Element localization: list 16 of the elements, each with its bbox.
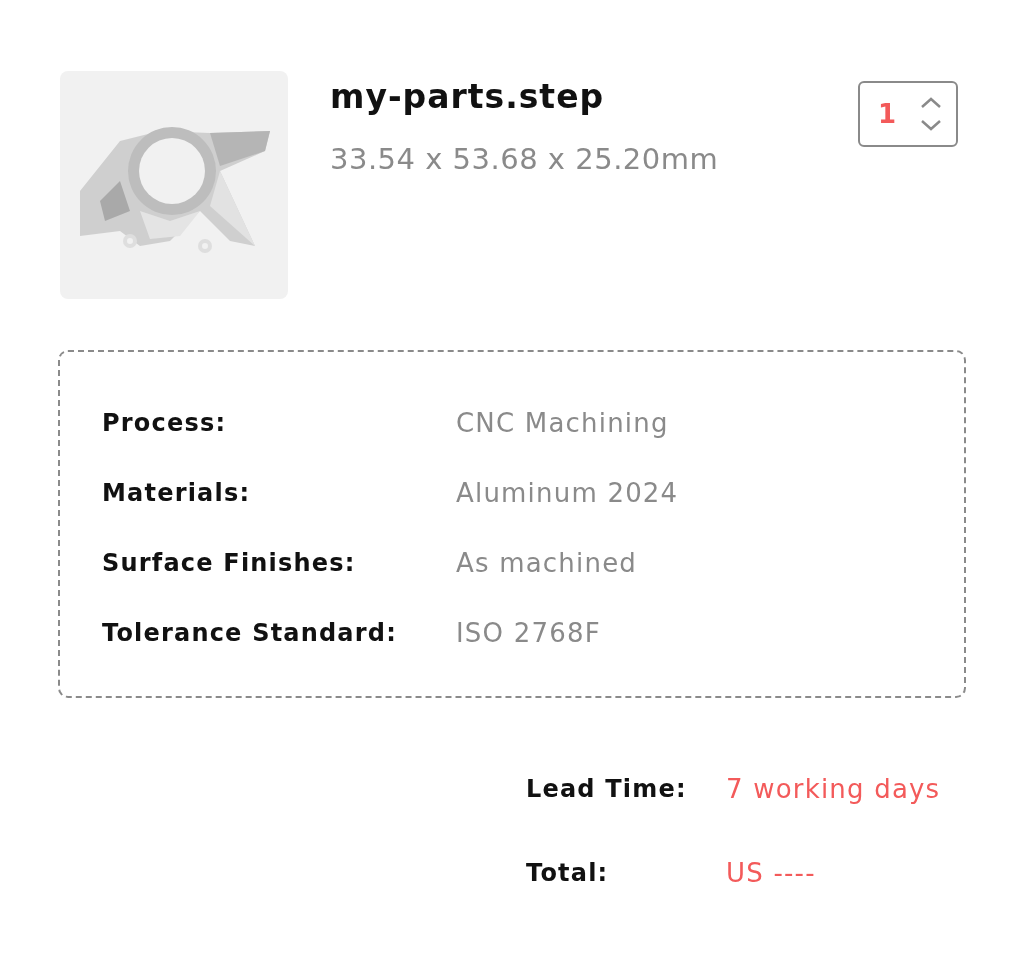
spec-value: Aluminum 2024 (456, 477, 680, 510)
summary-value: 7 working days (726, 773, 942, 806)
summary-value: US ---- (726, 857, 817, 890)
summary-label: Lead Time: (526, 774, 688, 805)
part-dimensions: 33.54 x 53.68 x 25.20mm (330, 142, 720, 176)
spec-label: Tolerance Standard: (102, 618, 398, 649)
spec-value: CNC Machining (456, 407, 670, 440)
spec-label: Materials: (102, 478, 252, 509)
quantity-stepper[interactable]: 1 (858, 81, 958, 147)
file-name: my-parts.step (330, 77, 606, 116)
spec-value: ISO 2768F (456, 617, 602, 650)
up-down-chevron-icon (920, 96, 942, 132)
spec-label: Surface Finishes: (102, 548, 357, 579)
spec-value: As machined (456, 547, 639, 580)
summary-label: Total: (526, 858, 610, 889)
spec-label: Process: (102, 408, 228, 439)
